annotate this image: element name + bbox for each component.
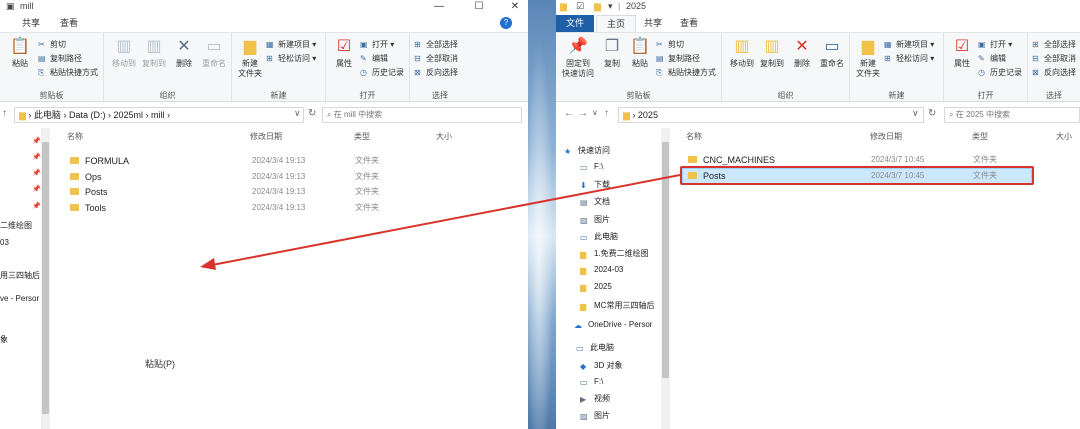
annotation-arrow	[200, 174, 681, 270]
